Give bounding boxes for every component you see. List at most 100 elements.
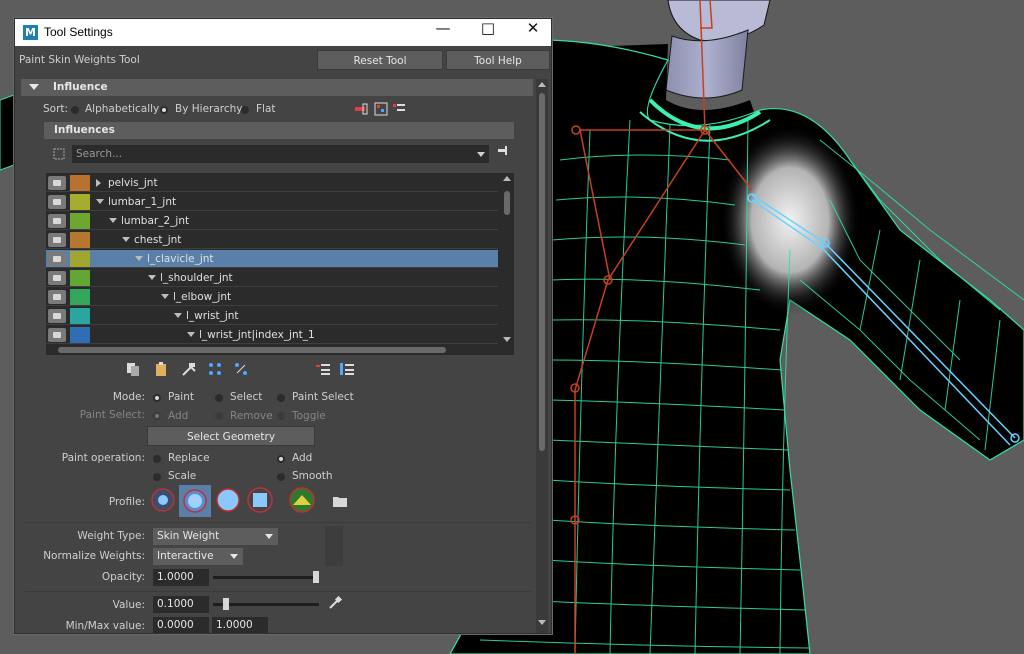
collapse-triangle-icon[interactable] bbox=[29, 84, 39, 90]
pin-icon[interactable] bbox=[495, 143, 511, 159]
paint-op-replace-radio[interactable] bbox=[153, 455, 161, 463]
list-hierarchy-icon[interactable] bbox=[373, 101, 389, 117]
scroll-down-arrow-icon[interactable] bbox=[538, 620, 546, 625]
expanded-arrow-icon[interactable] bbox=[174, 313, 182, 318]
profile-image-icon[interactable] bbox=[289, 487, 315, 513]
opacity-field[interactable]: 1.0000 bbox=[153, 569, 209, 586]
lock-icon[interactable] bbox=[48, 309, 66, 323]
scroll-thumb[interactable] bbox=[504, 191, 510, 215]
lock-icon[interactable] bbox=[48, 252, 66, 266]
sort-alphabetically-radio[interactable] bbox=[71, 106, 79, 114]
lock-icon[interactable] bbox=[48, 176, 66, 190]
normalize-weights-dropdown[interactable]: Interactive bbox=[153, 548, 243, 565]
lock-icon[interactable] bbox=[48, 195, 66, 209]
weight-hammer-icon[interactable] bbox=[181, 361, 197, 377]
mode-paint-select-radio[interactable] bbox=[277, 394, 285, 402]
tool-settings-vscrollbar[interactable] bbox=[536, 79, 548, 633]
expanded-arrow-icon[interactable] bbox=[122, 237, 130, 242]
influence-color-swatch[interactable] bbox=[70, 327, 90, 343]
influence-row[interactable]: l_elbow_jnt bbox=[46, 288, 498, 306]
min-value-field[interactable]: 0.0000 bbox=[153, 617, 209, 633]
paint-op-scale-radio[interactable] bbox=[153, 473, 161, 481]
close-icon[interactable]: ✕ bbox=[513, 19, 551, 46]
influence-color-swatch[interactable] bbox=[70, 194, 90, 210]
influence-color-swatch[interactable] bbox=[70, 232, 90, 248]
tool-help-button[interactable]: Tool Help bbox=[446, 50, 550, 70]
scroll-thumb[interactable] bbox=[539, 93, 545, 451]
lock-icon[interactable] bbox=[48, 214, 66, 228]
profile-gaussian-icon[interactable] bbox=[150, 487, 176, 513]
paint-select-remove-radio[interactable] bbox=[215, 412, 223, 420]
select-geometry-button[interactable]: Select Geometry bbox=[147, 426, 315, 446]
influence-row[interactable]: lumbar_2_jnt bbox=[46, 212, 498, 230]
influence-row[interactable]: l_wrist_jnt bbox=[46, 307, 498, 325]
influence-color-swatch[interactable] bbox=[70, 289, 90, 305]
paste-weights-icon[interactable] bbox=[153, 361, 169, 377]
sort-by-hierarchy-radio[interactable] bbox=[160, 106, 168, 114]
prune-weights-icon[interactable] bbox=[353, 101, 369, 117]
expanded-arrow-icon[interactable] bbox=[109, 218, 117, 223]
influence-row[interactable]: lumbar_1_jnt bbox=[46, 193, 498, 211]
mode-paint-radio[interactable] bbox=[153, 394, 161, 402]
influence-row[interactable]: l_shoulder_jnt bbox=[46, 269, 498, 287]
sort-flat-radio[interactable] bbox=[241, 106, 249, 114]
opacity-slider-handle[interactable] bbox=[313, 571, 319, 583]
influence-row[interactable]: l_wrist_jnt|index_jnt_1 bbox=[46, 326, 498, 344]
max-value-field[interactable]: 1.0000 bbox=[212, 617, 268, 633]
scroll-down-arrow-icon[interactable] bbox=[503, 337, 511, 342]
expanded-arrow-icon[interactable] bbox=[148, 275, 156, 280]
list-flat-icon[interactable] bbox=[391, 101, 407, 117]
influence-color-swatch[interactable] bbox=[70, 175, 90, 191]
weight-type-dropdown[interactable]: Skin Weight bbox=[153, 528, 278, 545]
hscroll-thumb[interactable] bbox=[58, 347, 446, 353]
lock-toggle-icon[interactable] bbox=[51, 146, 67, 162]
copy-weights-icon[interactable] bbox=[125, 361, 141, 377]
paint-op-smooth-radio[interactable] bbox=[277, 473, 285, 481]
profile-solid-circle-icon[interactable] bbox=[215, 487, 241, 513]
lock-icon[interactable] bbox=[48, 290, 66, 304]
reset-tool-button[interactable]: Reset Tool bbox=[317, 50, 443, 70]
influence-row[interactable]: chest_jnt bbox=[46, 231, 498, 249]
expanded-arrow-icon[interactable] bbox=[135, 256, 143, 261]
scroll-up-arrow-icon[interactable] bbox=[503, 176, 511, 181]
influence-search-input[interactable]: Search... bbox=[72, 145, 489, 163]
lock-icon[interactable] bbox=[48, 328, 66, 342]
paint-select-add-radio[interactable] bbox=[153, 412, 161, 420]
maximize-icon[interactable]: □ bbox=[468, 19, 508, 46]
influence-row[interactable]: pelvis_jnt bbox=[46, 174, 498, 192]
influence-tree-vscrollbar[interactable] bbox=[501, 173, 513, 355]
paint-select-toggle-label: Toggle bbox=[292, 410, 326, 422]
minimize-icon[interactable]: — bbox=[423, 19, 463, 46]
influence-color-swatch[interactable] bbox=[70, 270, 90, 286]
lock-icon[interactable] bbox=[48, 233, 66, 247]
influence-color-swatch[interactable] bbox=[70, 251, 90, 267]
value-field[interactable]: 0.1000 bbox=[153, 596, 209, 613]
influence-section-header[interactable]: Influence bbox=[21, 79, 533, 96]
folder-icon[interactable] bbox=[332, 493, 348, 509]
move-weights-icon[interactable] bbox=[207, 361, 223, 377]
influence-row[interactable]: l_clavicle_jnt bbox=[46, 250, 498, 268]
expanded-arrow-icon[interactable] bbox=[161, 294, 169, 299]
expand-list-icon[interactable] bbox=[315, 361, 331, 377]
profile-square-icon[interactable] bbox=[247, 487, 273, 513]
influence-tree[interactable]: pelvis_jnt lumbar_1_jnt lumbar_2_jnt chest_… bbox=[46, 173, 514, 355]
value-slider-handle[interactable] bbox=[223, 598, 229, 610]
eyedropper-icon[interactable] bbox=[327, 595, 343, 611]
scroll-up-arrow-icon[interactable] bbox=[538, 82, 546, 87]
paint-select-toggle-radio[interactable] bbox=[277, 412, 285, 420]
show-influences-icon[interactable] bbox=[233, 361, 249, 377]
profile-soft-icon[interactable] bbox=[182, 488, 208, 514]
influence-color-swatch[interactable] bbox=[70, 213, 90, 229]
influence-color-swatch[interactable] bbox=[70, 308, 90, 324]
lock-icon[interactable] bbox=[48, 271, 66, 285]
window-titlebar[interactable]: M Tool Settings — □ ✕ bbox=[15, 19, 551, 46]
collapsed-arrow-icon[interactable] bbox=[96, 179, 101, 187]
paint-op-add-radio[interactable] bbox=[277, 455, 285, 463]
collapse-list-icon[interactable] bbox=[339, 361, 355, 377]
expanded-arrow-icon[interactable] bbox=[96, 199, 104, 204]
expanded-arrow-icon[interactable] bbox=[187, 332, 195, 337]
search-dropdown-arrow-icon[interactable] bbox=[477, 152, 485, 157]
influence-tree-hscrollbar[interactable] bbox=[46, 345, 501, 355]
mode-select-radio[interactable] bbox=[215, 394, 223, 402]
opacity-slider-track[interactable] bbox=[213, 576, 319, 579]
